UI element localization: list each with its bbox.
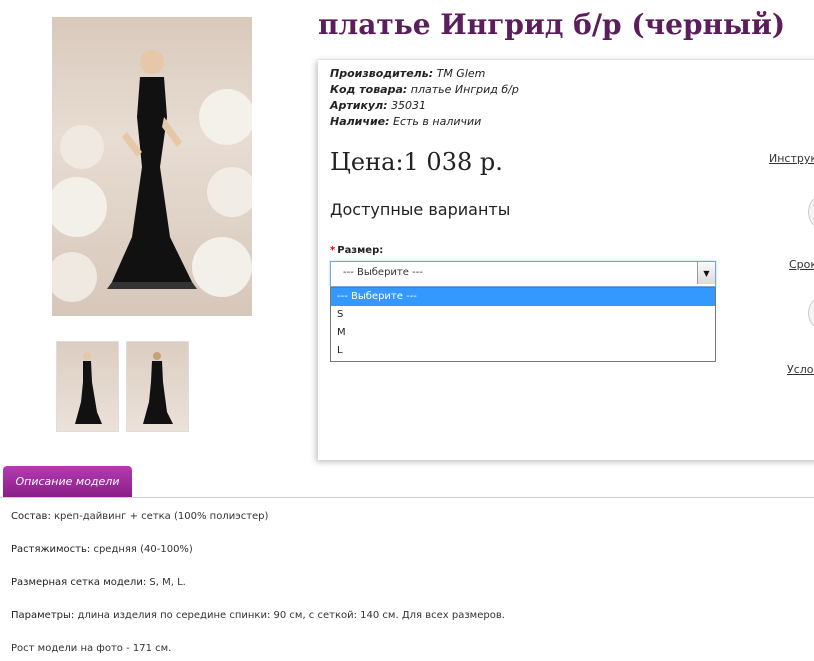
size-select-value: --- Выберите --- — [343, 267, 423, 278]
product-thumbnail-back[interactable] — [126, 341, 189, 432]
composition-label: Состав: — [11, 511, 51, 522]
product-thumbnail-front[interactable] — [56, 341, 119, 432]
sizes-value: S, M, L. — [149, 577, 186, 588]
round-button[interactable] — [808, 197, 814, 227]
model-photo-image — [52, 50, 252, 302]
size-option[interactable]: M — [331, 324, 715, 342]
chevron-down-icon[interactable]: ▼ — [697, 262, 715, 284]
size-option[interactable]: --- Выберите --- — [331, 288, 715, 306]
instructions-link[interactable]: Инструк — [769, 152, 814, 165]
sizes-label: Размерная сетка модели: — [11, 577, 147, 588]
thumbnail-image — [75, 352, 102, 424]
tab-description[interactable]: Описание модели — [3, 466, 132, 497]
thumbnail-image — [143, 352, 173, 424]
manufacturer-value: ТМ Glem — [436, 67, 486, 80]
size-label: * Размер: — [330, 245, 383, 256]
composition-line: Состав: креп-дайвинг + сетка (100% полиэ… — [11, 511, 268, 522]
manufacturer-label: Производитель: — [330, 67, 434, 80]
variants-heading: Доступные варианты — [330, 200, 511, 219]
terms-link[interactable]: Срок — [789, 258, 814, 271]
params-value: длина изделия по середине спинки: 90 см,… — [77, 610, 505, 621]
stock-label: Наличие: — [330, 115, 390, 128]
product-meta: Производитель: ТМ Glem Код товара: плать… — [330, 66, 519, 130]
sku-value: 35031 — [391, 99, 427, 112]
sku-label: Артикул: — [330, 99, 388, 112]
stock-value: Есть в наличии — [393, 115, 482, 128]
conditions-link[interactable]: Услов — [787, 363, 814, 376]
product-info-panel: Производитель: ТМ Glem Код товара: плать… — [318, 59, 814, 460]
size-dropdown-list: --- Выберите --- S M L — [330, 287, 716, 362]
params-line: Параметры: длина изделия по середине спи… — [11, 610, 505, 621]
size-select[interactable]: --- Выберите --- ▼ — [330, 261, 716, 287]
round-button[interactable] — [808, 298, 814, 328]
composition-value: креп-дайвинг + сетка (100% полиэстер) — [54, 511, 269, 522]
height-line: Рост модели на фото - 171 см. — [11, 643, 172, 654]
params-label: Параметры: — [11, 610, 75, 621]
code-label: Код товара: — [330, 83, 408, 96]
size-label-text: Размер: — [337, 245, 384, 256]
size-option[interactable]: L — [331, 342, 715, 360]
product-price: Цена:1 038 р. — [330, 148, 503, 176]
stretch-value: средняя (40-100%) — [93, 544, 193, 555]
sizes-line: Размерная сетка модели: S, M, L. — [11, 577, 186, 588]
stretch-line: Растяжимость: средняя (40-100%) — [11, 544, 193, 555]
product-title: платье Ингрид б/р (черный) — [318, 8, 786, 41]
stretch-label: Растяжимость: — [11, 544, 91, 555]
size-option[interactable]: S — [331, 306, 715, 324]
tab-divider — [0, 497, 814, 498]
required-mark: * — [330, 245, 336, 256]
code-value: платье Ингрид б/р — [410, 83, 519, 96]
product-main-photo[interactable] — [52, 17, 252, 316]
